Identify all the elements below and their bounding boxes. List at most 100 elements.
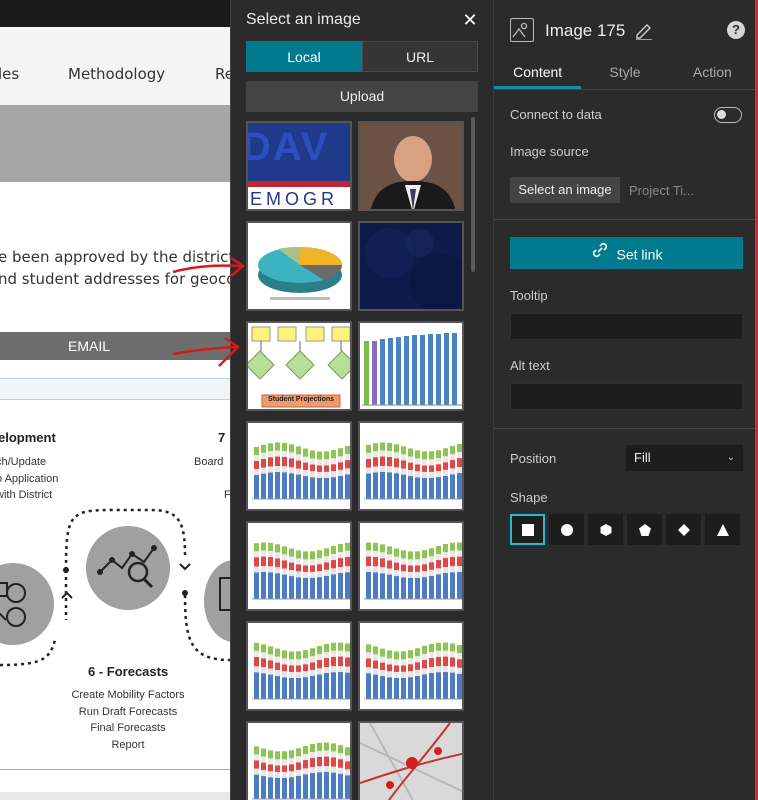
thumb-stacked-chart-2[interactable] [358, 421, 464, 511]
tooltip-label: Tooltip [510, 288, 548, 303]
shape-triangle-option[interactable] [705, 514, 740, 545]
logo-text: DAV [246, 125, 330, 169]
list-item: Create Mobility Factors [71, 689, 185, 701]
image-icon [510, 18, 534, 42]
tab-action[interactable]: Action [669, 58, 756, 89]
thumb-map[interactable] [358, 721, 464, 800]
shape-square-option[interactable] [510, 514, 545, 545]
page-nav: les Methodology Re [0, 27, 230, 105]
arrow-down-icon [179, 563, 191, 571]
arrow-up-icon [61, 591, 73, 599]
nav-item-methodology[interactable]: Methodology [68, 65, 165, 83]
position-label: Position [510, 451, 557, 466]
tab-url[interactable]: URL [362, 41, 478, 72]
help-icon[interactable]: ? [727, 21, 745, 39]
project-tab-option[interactable]: Project Ti... [629, 183, 694, 198]
stacked-chart-image [360, 623, 462, 709]
flowchart-caption: Student Projections [267, 396, 335, 403]
list-item: Report [111, 738, 145, 751]
tab-content[interactable]: Content [494, 58, 582, 89]
stacked-chart-image [360, 423, 462, 509]
portrait-image [360, 123, 462, 209]
diamond-icon [677, 523, 690, 536]
left-step-list: ch/Update o Application with District [0, 454, 58, 504]
divider [494, 219, 756, 220]
list-item: Run Draft Forecasts [78, 705, 178, 718]
thumb-flowchart[interactable]: Student Projections [246, 321, 352, 411]
thumb-dav-logo[interactable]: DAV EMOGR [246, 121, 352, 211]
process-section: elopment 7 ch/Update o Application with … [0, 400, 230, 770]
thumb-stacked-chart-6[interactable] [358, 621, 464, 711]
logo-subtext: EMOGR [250, 189, 339, 209]
page-topbar [0, 0, 230, 27]
trend-search-icon [97, 545, 157, 589]
position-select[interactable]: Fill ⌄ [626, 445, 743, 471]
list-item: Final Forecasts [90, 722, 166, 734]
thumb-blue-texture[interactable] [358, 221, 464, 311]
select-image-button[interactable]: Select an image [510, 177, 620, 203]
picker-tabs: Local URL [246, 41, 478, 72]
list-item: o Application [0, 472, 59, 485]
upload-button[interactable]: Upload [246, 81, 478, 112]
connect-to-data-label: Connect to data [510, 107, 602, 122]
shape-circle-option[interactable] [549, 514, 584, 545]
triangle-icon [716, 523, 729, 536]
forecast-list: Create Mobility Factors Run Draft Foreca… [62, 687, 194, 753]
alt-text-label: Alt text [510, 358, 550, 373]
position-value: Fill [634, 450, 651, 465]
stacked-chart-image [248, 723, 350, 800]
right-step-list: Board F [194, 454, 230, 503]
thumb-bar-chart[interactable] [358, 321, 464, 411]
thumb-stacked-chart-1[interactable] [246, 421, 352, 511]
tools-circle [0, 563, 54, 645]
alt-text-input[interactable] [510, 383, 743, 410]
list-item: ch/Update [0, 456, 47, 468]
tab-local[interactable]: Local [246, 41, 362, 72]
thumb-pie-chart[interactable] [246, 221, 352, 311]
body-line: e been approved by the district, w [0, 248, 230, 266]
thumb-stacked-chart-3[interactable] [246, 521, 352, 611]
report-circle [204, 560, 230, 642]
section-heading-right: 7 [218, 430, 226, 445]
page-footer [0, 792, 230, 800]
thumb-stacked-chart-7[interactable] [246, 721, 352, 800]
widget-title: Image 175 [545, 21, 626, 40]
thumb-stacked-chart-5[interactable] [246, 621, 352, 711]
set-link-button[interactable]: Set link [510, 237, 743, 269]
square-icon [521, 523, 534, 536]
shape-pentagon-option[interactable] [627, 514, 662, 545]
image-picker-dialog: Select an image ✕ Local URL Upload DAV E… [230, 0, 493, 800]
connect-to-data-toggle[interactable] [714, 107, 742, 123]
tab-style[interactable]: Style [581, 58, 668, 89]
page-body-text: e been approved by the district, w nd st… [0, 246, 230, 290]
picker-title: Select an image [246, 11, 361, 28]
thumb-stacked-chart-4[interactable] [358, 521, 464, 611]
picker-scrollbar[interactable] [471, 117, 475, 272]
page-banner [0, 105, 230, 182]
analytics-circle [86, 526, 170, 610]
section-heading-left: elopment [0, 430, 56, 445]
image-source-label: Image source [510, 144, 589, 159]
set-link-label: Set link [616, 246, 663, 263]
body-line: nd student addresses for geocod [0, 270, 230, 288]
close-icon[interactable]: ✕ [461, 11, 479, 29]
divider [494, 428, 756, 429]
nav-item-partial-right[interactable]: Re [215, 65, 230, 83]
pie-chart-image [248, 223, 350, 309]
stacked-chart-image [248, 523, 350, 609]
edit-pencil-icon[interactable] [634, 20, 654, 41]
email-button[interactable]: EMAIL [0, 332, 230, 360]
thumb-portrait[interactable] [358, 121, 464, 211]
forecast-heading: 6 - Forecasts [88, 664, 169, 679]
stacked-chart-image [248, 423, 350, 509]
background-page: les Methodology Re e been approved by th… [0, 0, 230, 800]
stacked-chart-image [360, 523, 462, 609]
circle-icon [560, 523, 573, 536]
list-item: Board [194, 456, 224, 468]
shape-diamond-option[interactable] [666, 514, 701, 545]
nav-item-partial[interactable]: les [0, 65, 19, 83]
bar-chart-image [360, 323, 462, 409]
image-settings-panel: Image 175 ? Content Style Action Connect… [493, 0, 758, 800]
tooltip-input[interactable] [510, 313, 743, 340]
shape-hexagon-option[interactable] [588, 514, 623, 545]
